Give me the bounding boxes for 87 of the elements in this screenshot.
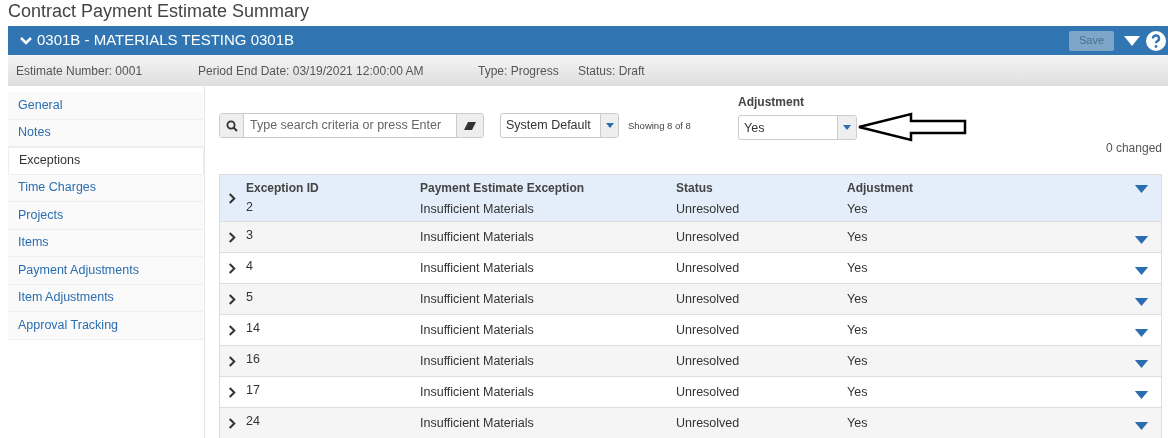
table-cell-text: Yes: [847, 260, 869, 277]
table-row[interactable]: 16 Insufficient Materials Unresolved Yes: [220, 346, 1161, 377]
chevron-right-icon[interactable]: [228, 418, 236, 429]
caret-down-icon: [605, 123, 614, 128]
table-row[interactable]: 24 Insufficient Materials Unresolved Yes: [220, 408, 1161, 438]
table-cell-text: 4: [246, 258, 254, 275]
table-cell-text: Unresolved: [676, 260, 741, 277]
table-row[interactable]: 3 Insufficient Materials Unresolved Yes: [220, 222, 1161, 253]
caret-down-icon: [1134, 267, 1149, 275]
table-cell-text: 17: [246, 382, 261, 399]
chevron-right-icon[interactable]: [228, 232, 236, 243]
table-cell-text: Insufficient Materials: [420, 384, 535, 401]
sidebar-item[interactable]: Notes: [8, 119, 203, 147]
page-title: Contract Payment Estimate Summary: [7, 0, 311, 23]
table-cell-text: 14: [246, 320, 261, 337]
caret-down-icon[interactable]: [1124, 35, 1140, 46]
chevron-right-icon[interactable]: [228, 325, 236, 336]
sidebar-item[interactable]: Time Charges: [8, 174, 203, 202]
clear-button[interactable]: [456, 114, 483, 137]
table-cell-text: Unresolved: [676, 353, 741, 370]
chevron-right-icon[interactable]: [228, 387, 236, 398]
table-cell-text: 3: [246, 227, 254, 244]
table-cell-text: Yes: [847, 353, 869, 370]
info-text: Estimate Number: 0001: [16, 62, 144, 80]
search-field[interactable]: Type search criteria or press Enter: [219, 113, 484, 138]
caret-down-icon: [843, 124, 851, 130]
table-cell-text: Yes: [847, 384, 869, 401]
table-cell-text: Unresolved: [676, 322, 741, 339]
caret-down-icon: [1134, 236, 1149, 244]
table-cell-text: Insufficient Materials: [420, 229, 535, 246]
caret-down-icon: [1134, 360, 1149, 368]
header-title: 0301B - MATERIALS TESTING 0301B: [37, 30, 295, 51]
table-cell-text: Insufficient Materials: [420, 260, 535, 277]
table-cell-text: Unresolved: [676, 415, 741, 432]
sidebar-item[interactable]: Payment Adjustments: [8, 257, 203, 285]
column-header: Exception ID: [246, 180, 320, 196]
table-cell-text: Yes: [847, 201, 869, 218]
sidebar-item[interactable]: Exceptions: [8, 147, 204, 175]
column-header: Payment Estimate Exception: [420, 180, 586, 196]
table-row[interactable]: Exception ID Payment Estimate Exception Status Adjustment 2 Insufficient Materials Unresolved Yes: [220, 175, 1161, 222]
caret-down-icon: [1134, 329, 1149, 337]
filter-label: Adjustment: [738, 95, 805, 109]
caret-down-icon: [1134, 185, 1149, 193]
table-cell-text: Unresolved: [676, 291, 741, 308]
table-cell-text: Insufficient Materials: [420, 201, 535, 218]
chevron-right-icon[interactable]: [228, 193, 236, 204]
chevron-down-icon[interactable]: [20, 36, 32, 45]
table-cell-text: 5: [246, 289, 254, 306]
info-text: Status: Draft: [578, 62, 645, 80]
eraser-icon: [464, 121, 476, 130]
info-text: Period End Date: 03/19/2021 12:00:00 AM: [198, 62, 425, 80]
table-cell-text: Yes: [847, 322, 869, 339]
column-header: Status: [676, 180, 714, 196]
column-header: Adjustment: [847, 180, 914, 196]
caret-down-icon: [1134, 298, 1149, 306]
chevron-right-icon[interactable]: [228, 263, 236, 274]
sidebar-item[interactable]: Item Adjustments: [8, 284, 203, 312]
table-cell-text: 2: [246, 199, 254, 216]
table-cell-text: 24: [246, 413, 261, 430]
adjustment-select[interactable]: Yes: [738, 114, 857, 140]
table-cell-text: Yes: [847, 415, 869, 432]
table-cell-text: Insufficient Materials: [420, 322, 535, 339]
table-cell-text: Yes: [847, 291, 869, 308]
table-cell-text: Insufficient Materials: [420, 415, 535, 432]
search-icon: [225, 119, 238, 132]
help-icon[interactable]: [1146, 30, 1166, 51]
chevron-right-icon[interactable]: [228, 356, 236, 367]
arrow-icon: [858, 112, 968, 142]
caret-down-icon: [1134, 391, 1149, 399]
view-select[interactable]: System Default: [500, 113, 619, 138]
chevron-right-icon[interactable]: [228, 294, 236, 305]
sidebar-item[interactable]: Projects: [8, 202, 203, 230]
table-row[interactable]: 5 Insufficient Materials Unresolved Yes: [220, 284, 1161, 315]
table-cell-text: Unresolved: [676, 384, 741, 401]
showing-count: Showing 8 of 8: [628, 119, 692, 133]
sidebar-item[interactable]: General: [8, 92, 203, 120]
table-cell-text: Unresolved: [676, 201, 741, 218]
table-cell-text: Yes: [847, 229, 869, 246]
table-cell-text: Insufficient Materials: [420, 291, 535, 308]
table-cell-text: Unresolved: [676, 229, 741, 246]
table-cell-text: 16: [246, 351, 261, 368]
info-text: Type: Progress: [478, 62, 560, 80]
changed-count: 0 changed: [1105, 140, 1162, 157]
sidebar-item[interactable]: Items: [8, 229, 203, 257]
caret-down-icon: [1134, 422, 1149, 430]
table-cell-text: Insufficient Materials: [420, 353, 535, 370]
sidebar-item[interactable]: Approval Tracking: [8, 312, 203, 340]
